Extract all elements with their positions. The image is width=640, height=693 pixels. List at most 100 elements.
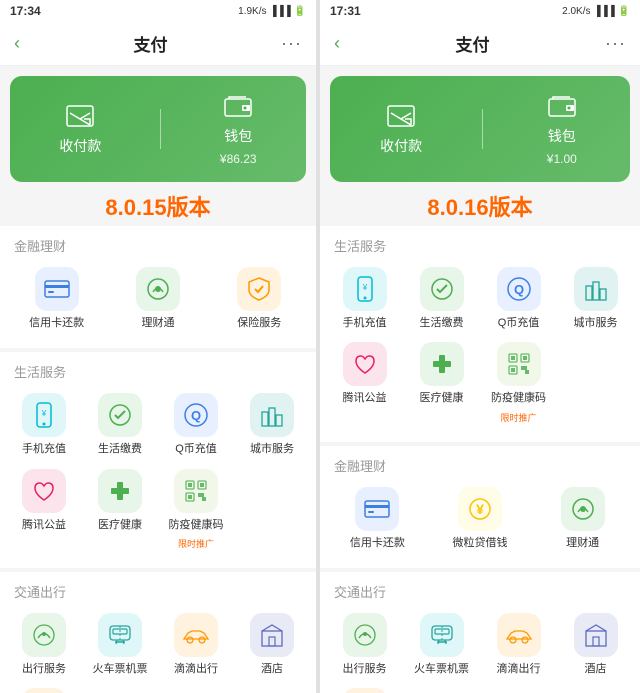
right-receive-item[interactable]: 收付款 xyxy=(380,102,422,156)
right-hotel[interactable]: 酒店 xyxy=(557,609,634,684)
left-qcoin-label: Q币充值 xyxy=(175,442,217,456)
left-panel: 17:34 1.9K/s ▐▐▐ 🔋 ‹ 支付 ··· 收付款 xyxy=(0,0,316,693)
left-travel[interactable]: 出行服务 xyxy=(6,609,82,684)
right-medical[interactable]: 医疗健康 xyxy=(403,338,480,431)
right-weili-loan[interactable]: ¥ 微粒贷借钱 xyxy=(429,483,532,558)
right-mobile-icon: ¥ xyxy=(343,267,387,311)
left-medical-label: 医疗健康 xyxy=(98,518,142,532)
right-train[interactable]: 火车票机票 xyxy=(403,609,480,684)
left-battery: ▐▐▐ 🔋 xyxy=(270,6,306,17)
left-healthcode-sub: 限时推广 xyxy=(178,537,214,550)
right-mobile-recharge[interactable]: ¥ 手机充值 xyxy=(326,263,403,338)
left-version: 8.0.15版本 xyxy=(0,190,316,222)
right-healthcode-sub: 限时推广 xyxy=(500,411,536,424)
right-medical-label: 医疗健康 xyxy=(420,391,464,405)
right-qcoin-label: Q币充值 xyxy=(498,316,540,330)
left-finance-section: 金融理财 信用卡还款 理财通 xyxy=(0,226,316,348)
left-mobile-icon: ¥ xyxy=(22,393,66,437)
left-qcoin[interactable]: Q Q币充值 xyxy=(158,389,234,464)
right-wallet-item[interactable]: 钱包 ¥1.00 xyxy=(544,92,580,166)
right-credit-card[interactable]: 信用卡还款 xyxy=(326,483,429,558)
right-transport-section: 交通出行 出行服务 火车票机票 xyxy=(320,572,640,693)
left-city[interactable]: 城市服务 xyxy=(234,389,310,464)
svg-text:Q: Q xyxy=(513,282,523,297)
left-receive-item[interactable]: 收付款 xyxy=(59,102,101,156)
right-qcoin[interactable]: Q Q币充值 xyxy=(480,263,557,338)
left-licaitong[interactable]: 理财通 xyxy=(107,263,208,338)
left-status-icons: 1.9K/s ▐▐▐ 🔋 xyxy=(238,6,306,17)
left-credit-icon xyxy=(35,267,79,311)
right-finance-grid: 信用卡还款 ¥ 微粒贷借钱 理财通 xyxy=(320,483,640,564)
left-wallet-item[interactable]: 钱包 ¥86.23 xyxy=(220,92,257,166)
right-header: ‹ 支付 ··· xyxy=(320,22,640,66)
left-train-icon xyxy=(98,613,142,657)
left-transport-section: 交通出行 出行服务 火车票机票 xyxy=(0,572,316,693)
svg-text:¥: ¥ xyxy=(361,283,367,292)
right-signal: 2.0K/s xyxy=(562,6,590,17)
left-insurance[interactable]: 保险服务 xyxy=(209,263,310,338)
left-ruqi[interactable]: 如祺出行 限时推广 xyxy=(6,684,82,693)
right-travel[interactable]: 出行服务 xyxy=(326,609,403,684)
right-more-button[interactable]: ··· xyxy=(605,33,626,54)
right-city-icon xyxy=(574,267,618,311)
right-licaitong[interactable]: 理财通 xyxy=(531,483,634,558)
right-ruqi-icon xyxy=(343,688,387,693)
left-hotel[interactable]: 酒店 xyxy=(234,609,310,684)
left-credit-card[interactable]: 信用卡还款 xyxy=(6,263,107,338)
left-didi-icon xyxy=(174,613,218,657)
right-wallet-label: 钱包 xyxy=(548,126,576,146)
right-didi-label: 滴滴出行 xyxy=(497,662,541,676)
left-hotel-icon xyxy=(250,613,294,657)
left-more-button[interactable]: ··· xyxy=(281,33,302,54)
left-life-title: 生活服务 xyxy=(0,362,316,389)
left-health-code[interactable]: 防疫健康码 限时推广 xyxy=(158,465,234,558)
left-travel-icon xyxy=(22,613,66,657)
left-medical[interactable]: 医疗健康 xyxy=(82,465,158,558)
right-healthcode-label: 防疫健康码 xyxy=(491,391,546,405)
left-tencent-charity[interactable]: 腾讯公益 xyxy=(6,465,82,558)
right-health-code[interactable]: 防疫健康码 限时推广 xyxy=(480,338,557,431)
left-didi-label: 滴滴出行 xyxy=(174,662,218,676)
right-page-title: 支付 xyxy=(456,31,490,56)
left-mobile-label: 手机充值 xyxy=(22,442,66,456)
left-wallet-amount: ¥86.23 xyxy=(220,152,257,166)
left-hotel-label: 酒店 xyxy=(261,662,283,676)
right-life-title: 生活服务 xyxy=(320,236,640,263)
right-life-grid: ¥ 手机充值 生活缴费 Q Q币充值 xyxy=(320,263,640,438)
left-qcoin-icon: Q xyxy=(174,393,218,437)
left-finance-grid: 信用卡还款 理财通 保险服务 xyxy=(0,263,316,344)
left-didi[interactable]: 滴滴出行 xyxy=(158,609,234,684)
left-finance-title: 金融理财 xyxy=(0,236,316,263)
right-travel-icon xyxy=(343,613,387,657)
svg-text:Q: Q xyxy=(191,408,201,423)
left-utility[interactable]: 生活缴费 xyxy=(82,389,158,464)
right-transport-title: 交通出行 xyxy=(320,582,640,609)
left-header: ‹ 支付 ··· xyxy=(0,22,316,66)
right-utility[interactable]: 生活缴费 xyxy=(403,263,480,338)
left-utility-icon xyxy=(98,393,142,437)
right-ruqi[interactable]: 如祺出行 限时推广 xyxy=(326,684,403,693)
left-mobile-recharge[interactable]: ¥ 手机充值 xyxy=(6,389,82,464)
left-transport-grid: 出行服务 火车票机票 滴滴出行 xyxy=(0,609,316,693)
right-scroll: 收付款 钱包 ¥1.00 8.0.16版本 生活服务 xyxy=(320,66,640,693)
left-city-label: 城市服务 xyxy=(250,442,294,456)
left-ruqi-icon xyxy=(22,688,66,693)
right-tencent-charity[interactable]: 腾讯公益 xyxy=(326,338,403,431)
right-travel-label: 出行服务 xyxy=(343,662,387,676)
right-green-card: 收付款 钱包 ¥1.00 xyxy=(330,76,630,182)
right-healthcode-icon xyxy=(497,342,541,386)
right-didi[interactable]: 滴滴出行 xyxy=(480,609,557,684)
left-back-button[interactable]: ‹ xyxy=(14,33,20,54)
right-city[interactable]: 城市服务 xyxy=(557,263,634,338)
right-time: 17:31 xyxy=(330,4,361,18)
right-train-label: 火车票机票 xyxy=(414,662,469,676)
right-battery: ▐▐▐ 🔋 xyxy=(594,6,630,17)
left-charity-label: 腾讯公益 xyxy=(22,518,66,532)
right-hotel-label: 酒店 xyxy=(585,662,607,676)
right-back-button[interactable]: ‹ xyxy=(334,33,340,54)
left-train[interactable]: 火车票机票 xyxy=(82,609,158,684)
right-medical-icon xyxy=(420,342,464,386)
left-medical-icon xyxy=(98,469,142,513)
right-credit-label: 信用卡还款 xyxy=(350,536,405,550)
right-card-divider xyxy=(482,109,483,149)
